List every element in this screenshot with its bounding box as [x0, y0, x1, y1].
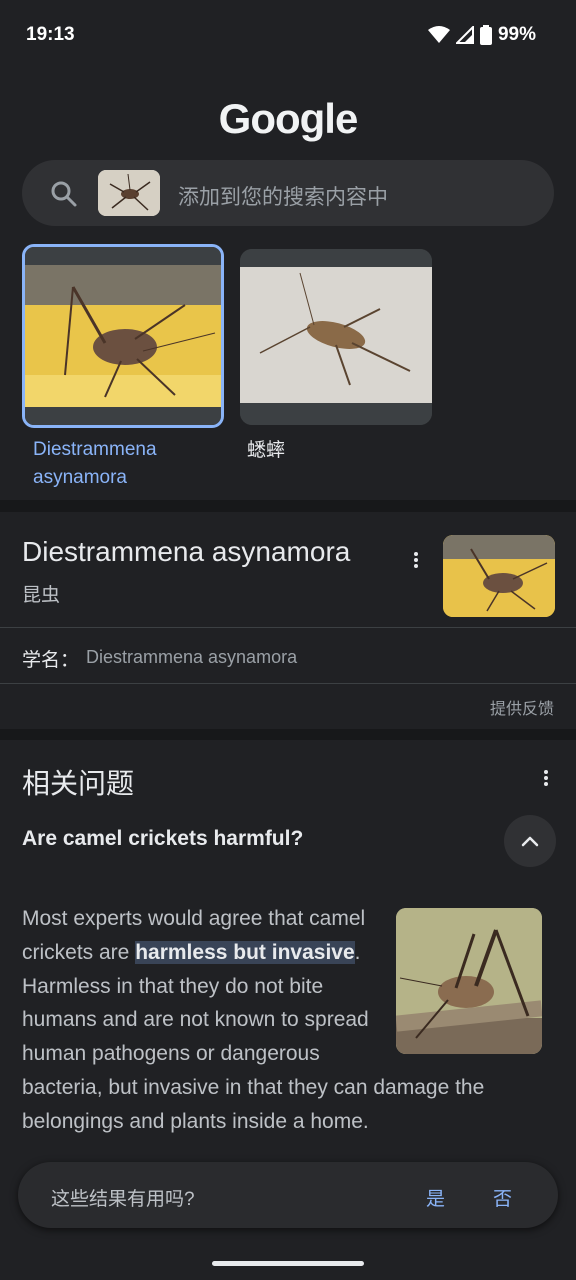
chevron-up-icon — [521, 836, 539, 847]
google-logo: Google — [218, 95, 359, 142]
signal-icon — [455, 26, 474, 44]
answer-text: Most experts would agree that camel cric… — [22, 902, 542, 1139]
search-image-thumbnail[interactable] — [98, 170, 160, 216]
related-questions-heading: 相关问题 — [22, 768, 135, 799]
status-icons: 99% — [427, 24, 536, 46]
answer-highlight: harmless but invasive — [135, 940, 355, 964]
section-divider — [0, 729, 576, 740]
candidate-cricket[interactable]: 蟋蟀 — [240, 244, 432, 465]
navigation-bar — [0, 1246, 576, 1280]
more-options-icon[interactable] — [413, 550, 419, 570]
home-gesture-handle[interactable] — [212, 1261, 364, 1266]
search-icon — [51, 181, 77, 207]
candidate-diestrammena[interactable]: Diestrammena asynamora — [22, 244, 224, 492]
search-input[interactable]: 添加到您的搜索内容中 — [178, 181, 388, 211]
battery-icon — [479, 25, 492, 45]
question-text[interactable]: Are camel crickets harmful? — [22, 827, 303, 851]
candidate-image[interactable] — [22, 244, 224, 428]
feedback-question: 这些结果有用吗? — [51, 1189, 195, 1210]
results-feedback-bar: 这些结果有用吗? 是 否 — [18, 1162, 558, 1228]
answer-image[interactable] — [396, 908, 542, 1054]
candidate-image[interactable] — [240, 249, 432, 425]
candidate-label[interactable]: 蟋蟀 — [240, 437, 432, 465]
feedback-link[interactable]: 提供反馈 — [490, 695, 554, 719]
candidate-label[interactable]: Diestrammena asynamora — [22, 436, 222, 492]
battery-percent: 99% — [497, 24, 536, 45]
entity-title: Diestrammena asynamora — [22, 536, 351, 567]
collapse-button[interactable] — [504, 815, 556, 867]
entity-thumbnail[interactable] — [443, 535, 555, 617]
divider — [0, 627, 576, 628]
scientific-name-label: 学名： — [22, 650, 80, 671]
search-bar[interactable]: 添加到您的搜索内容中 — [22, 160, 554, 226]
status-bar: 19:13 99% — [0, 0, 576, 70]
scientific-name-value: Diestrammena asynamora — [86, 647, 298, 667]
section-divider — [0, 500, 576, 512]
wifi-icon — [427, 26, 450, 43]
divider — [0, 683, 576, 684]
entity-subtitle: 昆虫 — [22, 585, 61, 606]
more-options-icon[interactable] — [543, 768, 549, 788]
no-button[interactable]: 否 — [493, 1184, 512, 1211]
status-time: 19:13 — [26, 24, 75, 45]
yes-button[interactable]: 是 — [426, 1184, 445, 1211]
